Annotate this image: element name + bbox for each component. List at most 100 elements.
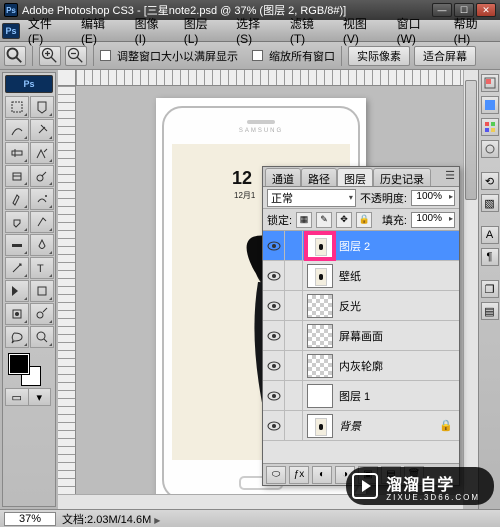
zoom-tool[interactable] [30,326,54,348]
stamp-tool[interactable] [5,188,29,210]
tab-channels[interactable]: 通道 [265,168,301,186]
layer-mask-icon[interactable]: ◐ [312,466,332,484]
visibility-toggle[interactable] [263,291,285,321]
notes-tool[interactable] [5,303,29,325]
dock-actions-icon[interactable]: ▧ [481,194,499,212]
dock-color-icon[interactable] [481,96,499,114]
link-column[interactable] [285,381,303,411]
move-tool[interactable] [30,96,54,118]
layer-name[interactable]: 壁纸 [337,268,459,284]
menu-layer[interactable]: 图层(L) [178,13,228,48]
layer-name[interactable]: 图层 1 [337,388,459,404]
layer-thumbnail[interactable] [307,414,333,438]
fill-input[interactable]: 100% [411,212,455,228]
crop-tool[interactable] [5,142,29,164]
layer-thumbnail[interactable] [307,324,333,348]
dock-layers-icon[interactable]: ❐ [481,280,499,298]
layer-row[interactable]: 图层 2 [263,231,459,261]
tab-layers[interactable]: 图层 [337,168,373,186]
link-column[interactable] [285,231,303,261]
tools-header-icon[interactable]: Ps [5,75,53,93]
layer-fx-icon[interactable]: ƒx [289,466,309,484]
link-column[interactable] [285,261,303,291]
lock-pixels-icon[interactable]: ✎ [316,212,332,228]
eyedropper-tool[interactable] [30,303,54,325]
fit-screen-button[interactable]: 适合屏幕 [414,46,476,66]
menu-select[interactable]: 选择(S) [230,13,282,48]
brush-tool[interactable] [30,165,54,187]
visibility-toggle[interactable] [263,411,285,441]
link-column[interactable] [285,351,303,381]
foreground-swatch[interactable] [9,354,29,374]
zoom-in-icon[interactable] [39,46,61,66]
link-column[interactable] [285,321,303,351]
link-column[interactable] [285,411,303,441]
layer-name[interactable]: 内灰轮廓 [337,358,459,374]
dock-layercomps-icon[interactable]: ▤ [481,302,499,320]
layer-thumbnail[interactable] [307,234,333,258]
ruler-vertical[interactable] [58,86,76,509]
type-tool[interactable]: T [30,257,54,279]
resize-window-checkbox[interactable] [100,50,111,61]
ruler-horizontal[interactable] [76,70,478,86]
app-icon-small[interactable]: Ps [2,23,20,39]
menu-window[interactable]: 窗口(W) [391,13,446,48]
magic-wand-tool[interactable] [30,119,54,141]
visibility-toggle[interactable] [263,321,285,351]
zoom-out-icon[interactable] [65,46,87,66]
layer-row[interactable]: 反光 [263,291,459,321]
zoom-all-checkbox[interactable] [252,50,263,61]
layers-list[interactable]: 图层 2 壁纸反光屏幕画面内灰轮廓图层 1 背景🔒 [263,231,459,463]
doc-size-label[interactable]: 文档:2.03M/14.6M [62,511,160,527]
layer-name[interactable]: 图层 2 [337,238,459,254]
history-brush-tool[interactable] [30,188,54,210]
dodge-tool[interactable] [30,234,54,256]
lock-all-icon[interactable]: 🔒 [356,212,372,228]
menu-image[interactable]: 图像(I) [129,13,176,48]
zoom-tool-preset[interactable] [4,46,26,66]
scrollbar-thumb[interactable] [465,80,477,200]
layer-row[interactable]: 背景🔒 [263,411,459,441]
tab-history[interactable]: 历史记录 [373,168,431,186]
quickmask-toggle[interactable]: ▭▾ [5,388,51,406]
layer-name[interactable]: 背景 [337,418,439,434]
blur-tool[interactable] [5,234,29,256]
panel-menu-icon[interactable]: ☰ [441,167,459,186]
dock-styles-icon[interactable] [481,140,499,158]
layer-row[interactable]: 图层 1 [263,381,459,411]
lock-position-icon[interactable]: ✥ [336,212,352,228]
layer-thumbnail[interactable] [307,354,333,378]
marquee-tool[interactable] [5,96,29,118]
visibility-toggle[interactable] [263,261,285,291]
shape-tool[interactable] [30,280,54,302]
dock-paragraph-icon[interactable]: ¶ [481,248,499,266]
menu-view[interactable]: 视图(V) [337,13,389,48]
tab-paths[interactable]: 路径 [301,168,337,186]
layer-row[interactable]: 壁纸 [263,261,459,291]
dock-history-icon[interactable]: ⟲ [481,172,499,190]
path-select-tool[interactable] [5,280,29,302]
actual-pixels-button[interactable]: 实际像素 [348,46,410,66]
layer-name[interactable]: 屏幕画面 [337,328,459,344]
color-swatches[interactable] [5,352,53,386]
visibility-toggle[interactable] [263,231,285,261]
layer-name[interactable]: 反光 [337,298,459,314]
dock-swatches-icon[interactable] [481,118,499,136]
pen-tool[interactable] [5,257,29,279]
hand-tool[interactable] [5,326,29,348]
layer-thumbnail[interactable] [307,264,333,288]
zoom-field[interactable]: 37% [4,512,56,526]
layer-row[interactable]: 内灰轮廓 [263,351,459,381]
ruler-origin[interactable] [58,70,76,86]
link-column[interactable] [285,291,303,321]
gradient-tool[interactable] [30,211,54,233]
visibility-toggle[interactable] [263,351,285,381]
menu-edit[interactable]: 编辑(E) [75,13,127,48]
lasso-tool[interactable] [5,119,29,141]
blend-mode-select[interactable]: 正常 [267,189,356,207]
menu-filter[interactable]: 滤镜(T) [284,13,335,48]
layer-row[interactable]: 屏幕画面 [263,321,459,351]
visibility-toggle[interactable] [263,381,285,411]
scrollbar-vertical[interactable] [463,70,478,494]
menu-help[interactable]: 帮助(H) [448,13,500,48]
